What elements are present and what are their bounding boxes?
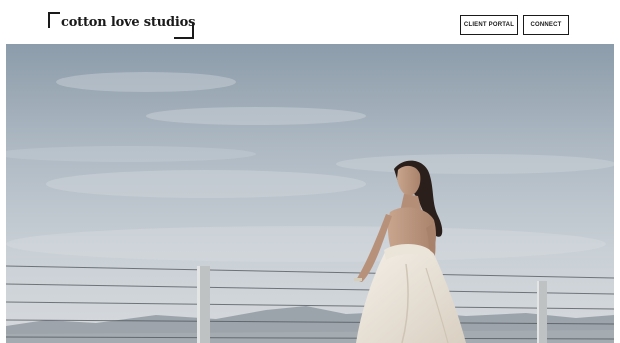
client-portal-button[interactable]: CLIENT PORTAL [460,15,518,35]
brand-logo[interactable]: cotton love studios [48,12,195,39]
hero-photo [6,44,614,343]
logo-bracket-top-left [48,12,60,28]
hero-image [6,44,614,343]
site-header: cotton love studios CLIENT PORTAL CONNEC… [0,0,620,44]
connect-button[interactable]: CONNECT [523,15,569,35]
top-nav: CLIENT PORTAL CONNECT [460,15,569,35]
logo-bracket-bottom-right [174,23,194,39]
